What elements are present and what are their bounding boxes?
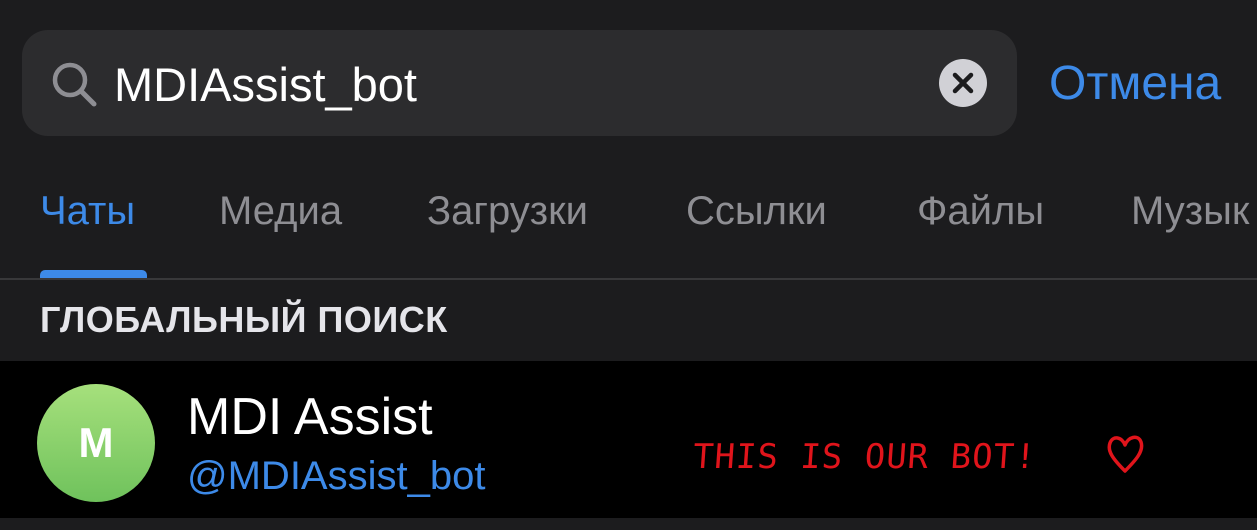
tab-music[interactable]: Музык — [1131, 186, 1249, 236]
tab-downloads[interactable]: Загрузки — [427, 186, 588, 236]
tab-links[interactable]: Ссылки — [686, 186, 827, 236]
tabs-divider — [0, 278, 1257, 280]
search-icon — [50, 60, 98, 108]
cancel-button[interactable]: Отмена — [1049, 55, 1221, 113]
tab-chats[interactable]: Чаты — [40, 186, 135, 236]
bottom-divider — [0, 518, 1257, 530]
avatar: M — [37, 384, 155, 502]
tab-files[interactable]: Файлы — [917, 186, 1044, 236]
heart-icon — [1105, 431, 1145, 477]
clear-search-button[interactable] — [939, 59, 987, 107]
close-icon — [952, 72, 974, 94]
result-username: @MDIAssist_bot — [187, 454, 486, 498]
search-input[interactable] — [114, 55, 914, 113]
tab-media[interactable]: Медиа — [219, 186, 342, 236]
search-result-row[interactable]: M MDI Assist @MDIAssist_bot THIS IS OUR … — [0, 361, 1257, 518]
result-title: MDI Assist — [187, 388, 433, 446]
annotation-text: THIS IS OUR BOT! — [691, 437, 1038, 477]
section-header: ГЛОБАЛЬНЫЙ ПОИСК — [40, 299, 448, 340]
handwritten-annotation: THIS IS OUR BOT! — [691, 431, 1153, 501]
avatar-letter: M — [78, 419, 114, 466]
